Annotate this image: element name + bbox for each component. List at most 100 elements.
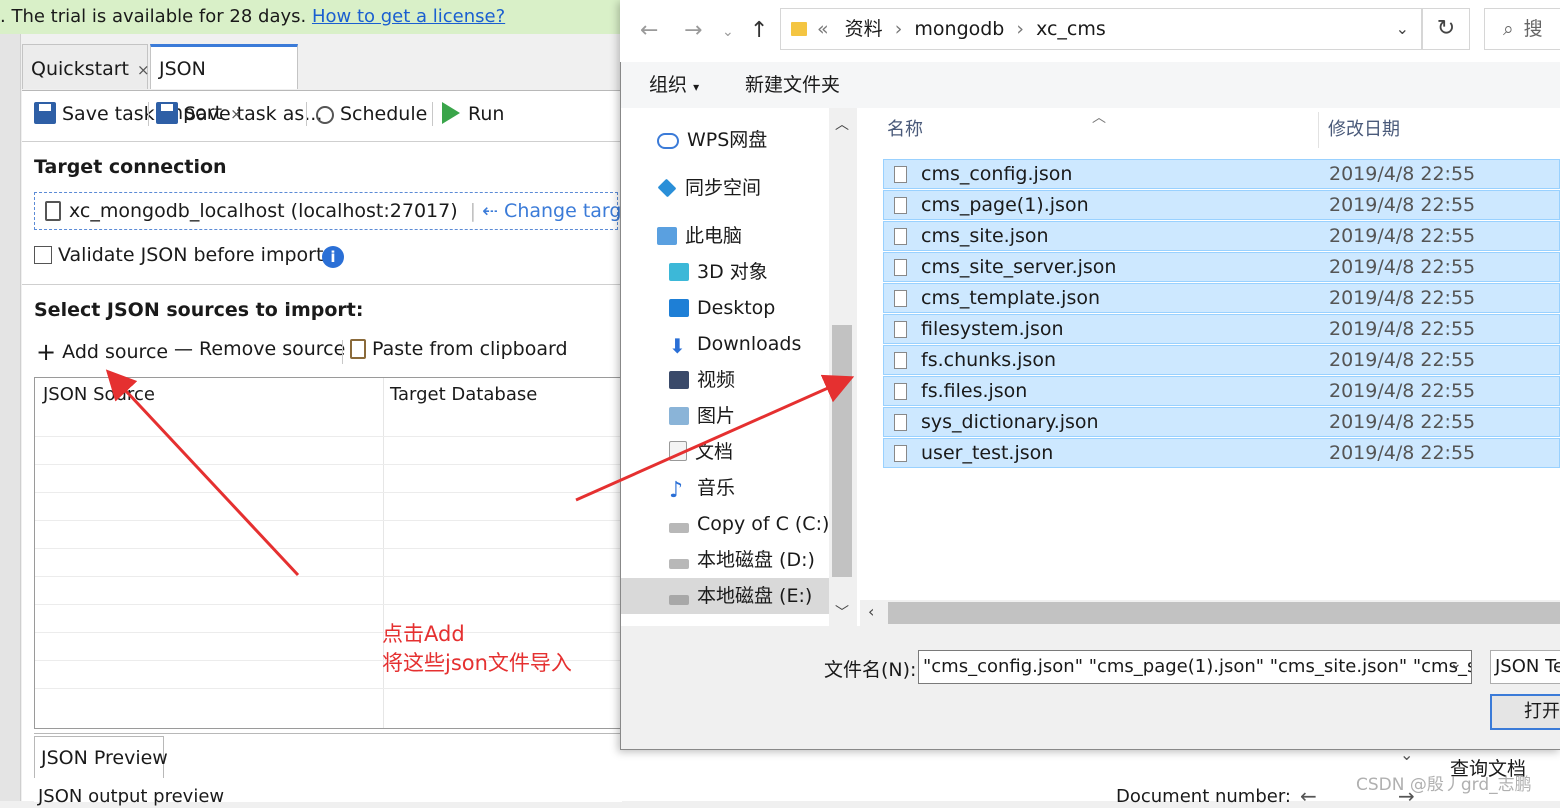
new-folder-button[interactable]: 新建文件夹 [745,62,840,108]
file-row[interactable]: cms_config.json 2019/4/8 22:55 [883,159,1560,189]
scroll-left-icon[interactable]: ‹ [868,602,874,621]
license-link[interactable]: How to get a license? [312,6,505,27]
nav-item-wps-cloud[interactable]: WPS网盘 [621,122,829,158]
chevron-down-icon[interactable]: ⌄ [1396,9,1409,49]
file-date: 2019/4/8 22:55 [1329,349,1476,371]
tab-quickstart[interactable]: Quickstart × [22,44,150,89]
column-modified-date[interactable]: 修改日期 [1328,108,1400,152]
validate-label: Validate JSON before import [58,244,324,266]
dialog-footer [621,626,1560,749]
column-name[interactable]: 名称 [887,108,923,152]
file-date: 2019/4/8 22:55 [1329,256,1476,278]
tab-json-import[interactable]: JSON Import × [150,44,298,124]
file-row[interactable]: cms_site_server.json 2019/4/8 22:55 [883,252,1560,282]
target-connection-title: Target connection [34,156,227,178]
save-task-as-button[interactable]: Save task as... [156,96,322,132]
close-icon[interactable]: × [137,61,150,79]
paste-clipboard-button[interactable]: Paste from clipboard [350,338,568,360]
drive-icon [669,595,689,605]
cube-icon [669,263,689,281]
file-icon [894,383,907,400]
nav-item-pictures[interactable]: 图片 [621,398,829,434]
file-row[interactable]: user_test.json 2019/4/8 22:55 [883,438,1560,468]
breadcrumb-item[interactable]: xc_cms [1036,18,1106,40]
file-row[interactable]: cms_site.json 2019/4/8 22:55 [883,221,1560,251]
file-icon [894,445,907,462]
database-icon [45,201,61,221]
file-row[interactable]: sys_dictionary.json 2019/4/8 22:55 [883,407,1560,437]
tab-quickstart-label: Quickstart [31,58,129,80]
column-target-database[interactable]: Target Database [390,384,537,405]
clock-icon [316,106,334,124]
save-task-button[interactable]: Save task [34,96,155,132]
address-bar[interactable]: « 资料 › mongodb › xc_cms ⌄ [780,8,1422,50]
breadcrumb-item[interactable]: mongodb [914,18,1004,40]
run-button[interactable]: Run [442,96,504,132]
file-name: cms_config.json [921,163,1073,185]
file-row[interactable]: cms_template.json 2019/4/8 22:55 [883,283,1560,313]
nav-item-3d-objects[interactable]: 3D 对象 [621,254,829,290]
up-arrow-icon[interactable]: ↑ [750,18,768,43]
select-sources-title: Select JSON sources to import: [34,299,364,321]
forward-arrow-icon[interactable]: → [684,18,702,43]
file-name: filesystem.json [921,318,1064,340]
scroll-up-icon[interactable]: ︿ [835,114,849,134]
tab-strip: Quickstart × JSON Import × [22,44,622,124]
file-row[interactable]: fs.files.json 2019/4/8 22:55 [883,376,1560,406]
file-row[interactable]: fs.chunks.json 2019/4/8 22:55 [883,345,1560,375]
column-json-source[interactable]: JSON Source [43,384,155,405]
nav-item-this-pc[interactable]: 此电脑 [621,218,829,254]
hscroll-thumb[interactable] [888,602,1560,624]
organize-menu[interactable]: 组织 ▾ [649,62,699,110]
chevron-down-icon[interactable]: ⌄ [1450,656,1462,672]
minus-icon: — [174,338,193,360]
schedule-label: Schedule [340,103,428,125]
search-icon: ⌕ [1503,18,1514,40]
tab-json-preview[interactable]: JSON Preview [34,736,168,778]
filename-input[interactable]: "cms_config.json" "cms_page(1).json" "cm… [918,650,1472,684]
file-icon [894,321,907,338]
download-icon: ⬇ [669,334,686,358]
file-date: 2019/4/8 22:55 [1329,287,1476,309]
nav-item-drive-c[interactable]: Copy of C (C:) [621,506,829,542]
file-type-select[interactable]: JSON Te [1490,650,1560,684]
file-name: sys_dictionary.json [921,411,1099,433]
recent-dropdown-icon[interactable]: ⌄ [722,24,734,40]
prev-arrow-icon[interactable]: ← [1300,784,1317,808]
open-button[interactable]: 打开 [1490,694,1560,730]
breadcrumb-item[interactable]: 资料 [845,18,883,40]
nav-item-sync-space[interactable]: 同步空间 [621,170,829,206]
nav-scroll-thumb[interactable] [832,325,852,577]
validate-checkbox[interactable] [34,246,52,264]
nav-item-downloads[interactable]: ⬇ Downloads [621,326,829,362]
nav-item-documents[interactable]: 文档 [621,434,829,470]
scroll-down-icon[interactable]: ﹀ [835,602,849,622]
annotation-line-1: 点击Add [382,622,465,646]
folder-icon [791,22,807,36]
file-date: 2019/4/8 22:55 [1329,163,1476,185]
nav-item-music[interactable]: ♪ 音乐 [621,470,829,506]
schedule-button[interactable]: Schedule [316,96,427,132]
search-box[interactable]: ⌕ 搜 [1484,8,1560,50]
nav-item-desktop[interactable]: Desktop [621,290,829,326]
picture-icon [669,407,689,425]
add-source-button[interactable]: + Add source [36,338,168,366]
file-date: 2019/4/8 22:55 [1329,225,1476,247]
validate-json-option[interactable]: Validate JSON before import [34,244,323,266]
annotation-text: 点击Add 将这些json文件导入 [382,620,572,678]
file-row[interactable]: filesystem.json 2019/4/8 22:55 [883,314,1560,344]
nav-item-videos[interactable]: 视频 [621,362,829,398]
drive-icon [669,559,689,569]
nav-item-drive-e[interactable]: 本地磁盘 (E:) [621,578,829,614]
info-icon[interactable]: i [322,246,344,268]
nav-item-drive-d[interactable]: 本地磁盘 (D:) [621,542,829,578]
back-arrow-icon[interactable]: ← [640,18,658,43]
file-row[interactable]: cms_page(1).json 2019/4/8 22:55 [883,190,1560,220]
change-target-link[interactable]: ⇠ Change target [482,200,641,222]
file-name: cms_template.json [921,287,1101,309]
remove-source-button[interactable]: — Remove source [174,338,345,360]
file-name: cms_site_server.json [921,256,1117,278]
annotation-line-2: 将这些json文件导入 [382,651,572,675]
refresh-icon[interactable]: ↻ [1422,8,1470,50]
file-date: 2019/4/8 22:55 [1329,194,1476,216]
